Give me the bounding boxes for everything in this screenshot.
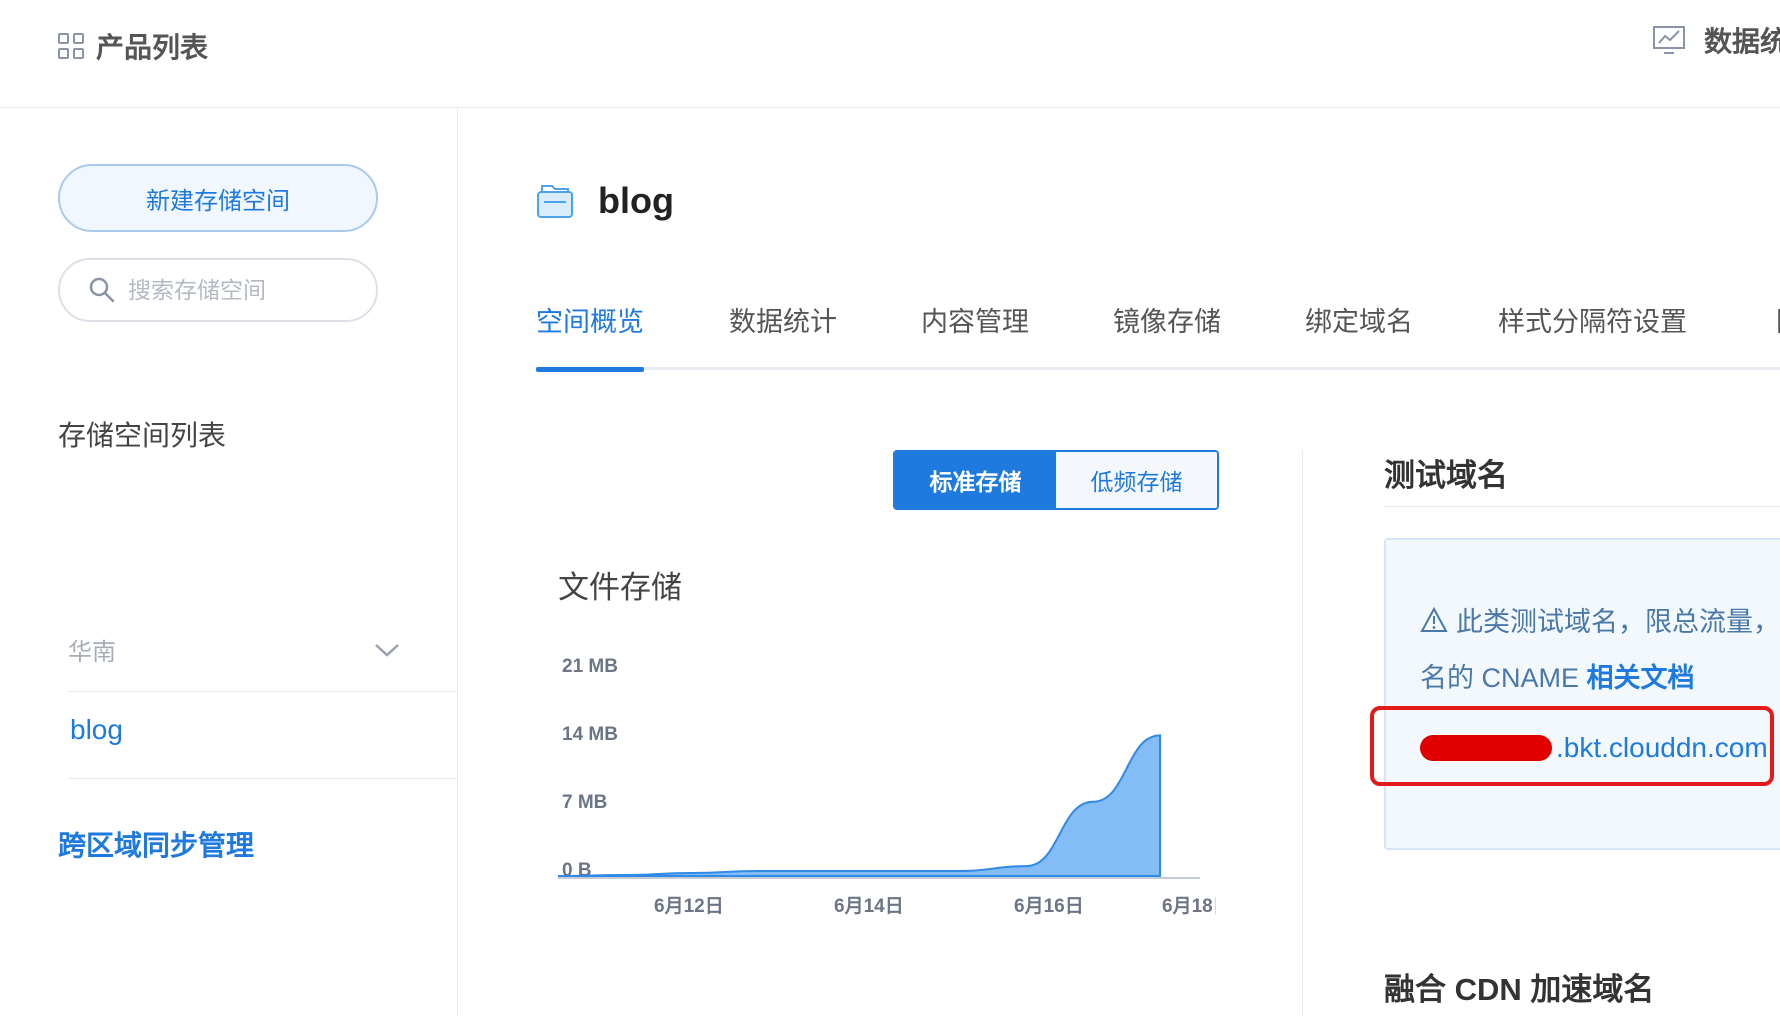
- file-storage-title: 文件存储: [558, 570, 682, 605]
- bucket-header: blog: [536, 180, 674, 222]
- warning-text: 此类测试域名，限总流量，: [1456, 607, 1780, 637]
- bucket-title: blog: [598, 180, 674, 221]
- cross-region-sync-link[interactable]: 跨区域同步管理: [58, 824, 254, 864]
- test-domain-title: 测试域名: [1384, 458, 1508, 493]
- bucket-list-title: 存储空间列表: [58, 420, 227, 451]
- search-box[interactable]: [58, 258, 378, 322]
- storage-type-toggle: 标准存储 低频存储: [893, 450, 1219, 510]
- sidebar: 新建存储空间 存储空间列表 华南 blog 跨区域同步管理: [0, 108, 458, 1016]
- region-selector[interactable]: 华南: [68, 608, 458, 692]
- new-bucket-button[interactable]: 新建存储空间: [58, 164, 378, 232]
- x-axis-labels: 6月12日 6月14日 6月16日 6月18日: [654, 896, 1216, 917]
- divider: [1384, 506, 1780, 507]
- chevron-down-icon: [375, 643, 399, 657]
- tab-mirror-storage[interactable]: 镜像存储: [1113, 300, 1221, 370]
- grid-icon: [58, 33, 84, 59]
- warning-message-line2: 名的 CNAME 相关文档: [1420, 656, 1695, 695]
- region-label: 华南: [68, 639, 116, 666]
- product-list-label: 产品列表: [96, 32, 209, 63]
- chart-icon: [1653, 26, 1685, 54]
- tab-image[interactable]: 图: [1776, 300, 1780, 370]
- tab-bar: 空间概览 数据统计 内容管理 镜像存储 绑定域名 样式分隔符设置 图: [536, 286, 1780, 372]
- x-tick-label: 6月14日: [834, 896, 904, 917]
- tab-data-stats[interactable]: 数据统计: [729, 300, 837, 370]
- x-tick-label: 6月18日: [1162, 896, 1216, 917]
- x-tick-label: 6月12日: [654, 896, 724, 917]
- y-axis-labels: 21 MB 14 MB 7 MB 0 B: [562, 656, 618, 881]
- warning-message: 此类测试域名，限总流量，: [1420, 600, 1780, 639]
- search-input[interactable]: [128, 276, 348, 304]
- y-tick-label: 14 MB: [562, 724, 618, 745]
- warning-icon: [1420, 606, 1448, 632]
- test-domain-card: 此类测试域名，限总流量， 名的 CNAME 相关文档 .bkt.clouddn.…: [1384, 538, 1780, 850]
- tab-content-management[interactable]: 内容管理: [921, 300, 1029, 370]
- tab-overview[interactable]: 空间概览: [536, 300, 644, 372]
- data-stat-label: 数据统: [1704, 26, 1780, 57]
- vertical-divider: [1302, 450, 1303, 1016]
- fusion-cdn-domain-title: 融合 CDN 加速域名: [1384, 972, 1655, 1007]
- annotation-highlight-box: [1370, 706, 1774, 786]
- series-area: [557, 734, 1161, 877]
- file-storage-chart: 21 MB 14 MB 7 MB 0 B 6月12日 6月14日 6月16日 6…: [557, 656, 1216, 917]
- y-tick-label: 7 MB: [562, 792, 607, 813]
- bucket-item-blog[interactable]: blog: [70, 714, 123, 746]
- top-bar: 产品列表 数据统: [0, 0, 1780, 108]
- folder-icon: [537, 185, 573, 218]
- divider: [68, 778, 458, 779]
- product-list-button[interactable]: 产品列表: [58, 26, 208, 66]
- tab-style-separator[interactable]: 样式分隔符设置: [1498, 300, 1687, 370]
- data-stat-link[interactable]: 数据统: [1652, 20, 1780, 60]
- x-tick-label: 6月16日: [1014, 896, 1084, 917]
- tab-bind-domain[interactable]: 绑定域名: [1305, 300, 1413, 370]
- warning-text-2: 名的 CNAME: [1420, 663, 1587, 693]
- y-tick-label: 21 MB: [562, 656, 618, 677]
- low-frequency-storage-button[interactable]: 低频存储: [1056, 452, 1217, 508]
- standard-storage-button[interactable]: 标准存储: [895, 452, 1056, 508]
- related-docs-link[interactable]: 相关文档: [1587, 663, 1695, 693]
- search-icon: [89, 277, 115, 303]
